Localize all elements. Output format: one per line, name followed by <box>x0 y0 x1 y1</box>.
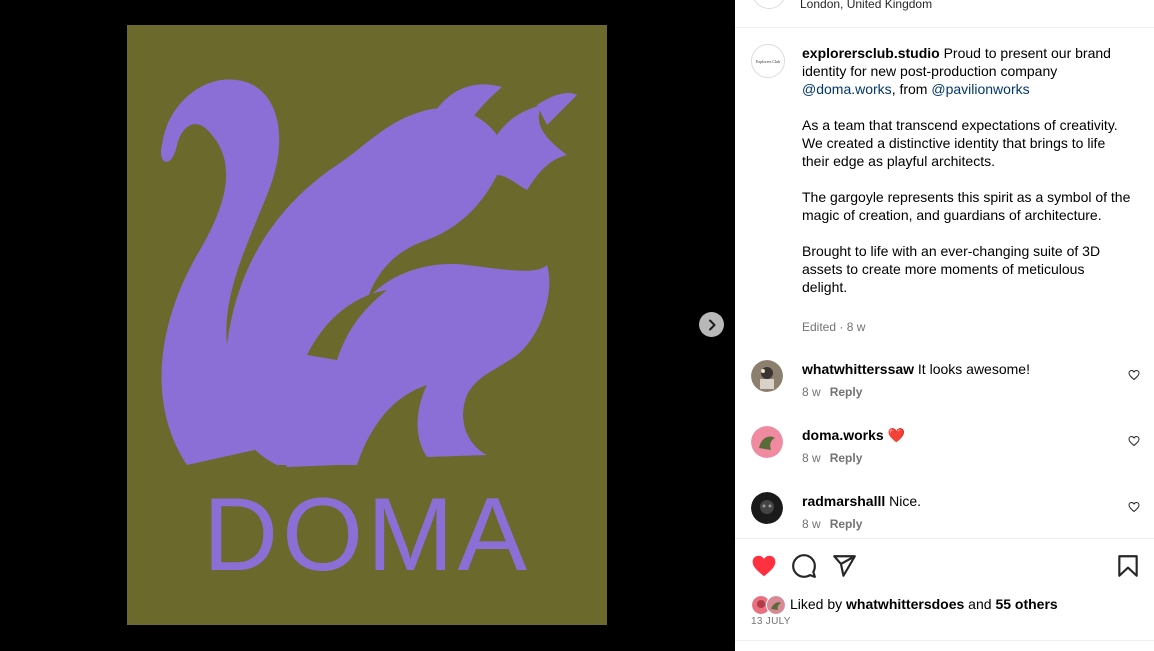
poster-wordmark: DOMA <box>203 477 531 593</box>
comment-like-heart-icon[interactable] <box>1128 501 1140 513</box>
comment-bubble-icon[interactable] <box>791 553 817 579</box>
comment-time[interactable]: 8 w <box>802 451 821 465</box>
caption-username[interactable]: explorersclub.studio <box>802 45 940 61</box>
save-bookmark-icon[interactable] <box>1115 553 1141 579</box>
commenter-avatar[interactable] <box>751 492 783 524</box>
comment-text: ❤️ <box>883 427 906 443</box>
post-header: London, United Kingdom <box>735 0 1154 28</box>
gargoyle-illustration: DOMA <box>160 79 577 593</box>
comment-like-heart-icon[interactable] <box>1128 435 1140 447</box>
comment-username[interactable]: doma.works <box>802 427 884 443</box>
reply-button[interactable]: Reply <box>830 517 863 531</box>
caption-paragraph: As a team that transcend expectations of… <box>802 117 1118 169</box>
liked-by-connector: and <box>964 596 996 612</box>
comment-item: doma.works ❤️ 8 w Reply <box>735 426 1154 476</box>
liker-avatar[interactable] <box>766 595 786 615</box>
caption-paragraph: Brought to life with an ever-changing su… <box>802 243 1101 295</box>
liked-by-others-link[interactable]: 55 others <box>995 596 1057 612</box>
post-actions-bar: Liked by whatwhittersdoes and 55 others … <box>735 538 1154 651</box>
post-location[interactable]: London, United Kingdom <box>800 0 932 11</box>
comment-item: radmarshalll Nice. 8 w Reply <box>735 492 1154 542</box>
comment-item: whatwhitterssaw It looks awesome! 8 w Rep… <box>735 360 1154 410</box>
comment-username[interactable]: whatwhitterssaw <box>802 361 914 377</box>
comment-like-heart-icon[interactable] <box>1128 369 1140 381</box>
doma-poster-image: DOMA <box>127 25 607 625</box>
post-date[interactable]: 13 JULY <box>751 616 791 627</box>
chevron-right-icon <box>708 319 715 330</box>
divider <box>735 640 1154 641</box>
header-avatar[interactable] <box>752 0 786 9</box>
post-details-panel: London, United Kingdom Explorers Club ex… <box>735 0 1154 651</box>
edited-timestamp: Edited · 8 w <box>802 320 866 334</box>
liked-by-prefix: Liked by <box>790 596 847 612</box>
comment-text: It looks awesome! <box>914 361 1030 377</box>
caption-text-connector: , from <box>891 81 932 97</box>
post-caption: explorersclub.studio Proud to present ou… <box>802 44 1132 296</box>
liked-by-username[interactable]: whatwhittersdoes <box>846 596 964 612</box>
commenter-avatar[interactable] <box>751 360 783 392</box>
reply-button[interactable]: Reply <box>830 385 863 399</box>
caption-paragraph: The gargoyle represents this spirit as a… <box>802 189 1131 223</box>
mention-doma-works[interactable]: @doma.works <box>802 81 892 97</box>
commenter-avatar[interactable] <box>751 426 783 458</box>
share-send-icon[interactable] <box>831 553 857 579</box>
mention-pavilionworks[interactable]: @pavilionworks <box>931 81 1029 97</box>
caption-author-avatar[interactable]: Explorers Club <box>751 44 785 78</box>
reply-button[interactable]: Reply <box>830 451 863 465</box>
comment-text: Nice. <box>885 493 922 509</box>
comment-username[interactable]: radmarshalll <box>802 493 885 509</box>
like-heart-icon[interactable] <box>751 553 777 579</box>
comment-time[interactable]: 8 w <box>802 517 821 531</box>
comment-time[interactable]: 8 w <box>802 385 821 399</box>
next-image-button[interactable] <box>699 312 724 337</box>
post-media: DOMA <box>0 0 735 650</box>
avatar-logo-text: Explorers Club <box>755 58 781 64</box>
